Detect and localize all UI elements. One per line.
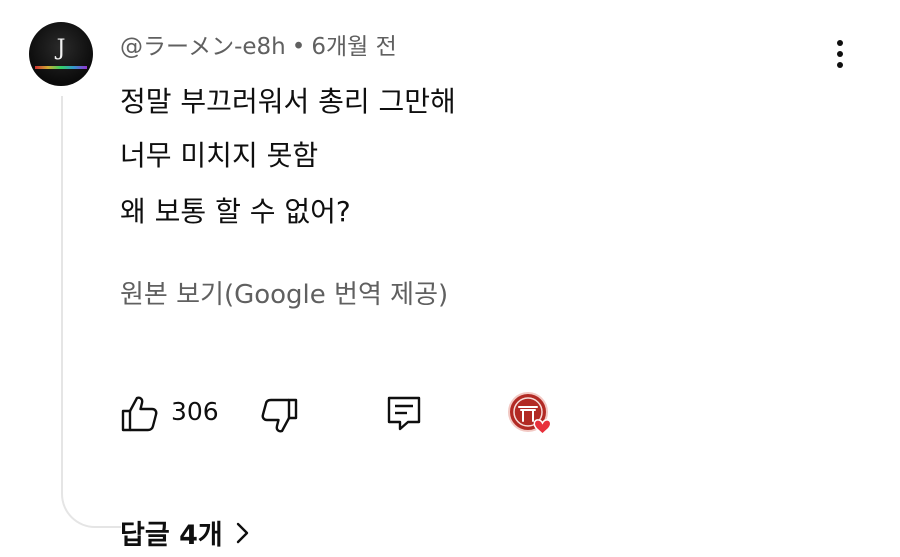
comment-text-line-1: 정말 부끄러워서 총리 그만해 xyxy=(120,85,456,118)
view-replies-button[interactable]: 답글 4개 xyxy=(120,513,251,552)
see-original-link[interactable]: 원본 보기(Google 번역 제공) xyxy=(120,274,448,311)
replies-label: 답글 4개 xyxy=(120,520,223,551)
comment-header: @ラーメン-e8h • 6개월 전 xyxy=(120,27,397,61)
more-options-button[interactable] xyxy=(826,34,854,74)
thumbs-up-icon xyxy=(121,396,158,432)
creator-heart-icon xyxy=(508,392,552,436)
like-count: 306 xyxy=(171,397,219,426)
chevron-right-icon xyxy=(235,521,251,552)
comment-reply-icon xyxy=(387,396,421,431)
comment-text-line-3: 왜 보통 할 수 없어? xyxy=(120,195,351,228)
reply-button[interactable] xyxy=(386,395,422,435)
avatar[interactable]: J xyxy=(29,22,93,86)
thread-line xyxy=(61,96,121,528)
comment-thread: J @ラーメン-e8h • 6개월 전 정말 부끄러워서 총리 그만해 너무 미치지… xyxy=(0,0,900,557)
timestamp[interactable]: 6개월 전 xyxy=(311,34,396,60)
like-button[interactable] xyxy=(120,394,160,438)
comment-text-line-2: 너무 미치지 못함 xyxy=(120,139,319,172)
thumbs-down-icon xyxy=(261,398,298,433)
header-separator: • xyxy=(291,34,306,60)
creator-heart-badge[interactable] xyxy=(508,392,558,442)
dislike-button[interactable] xyxy=(260,396,300,440)
avatar-letter: J xyxy=(56,36,66,61)
avatar-decoration xyxy=(35,66,87,69)
author-name[interactable]: @ラーメン-e8h xyxy=(120,34,286,60)
